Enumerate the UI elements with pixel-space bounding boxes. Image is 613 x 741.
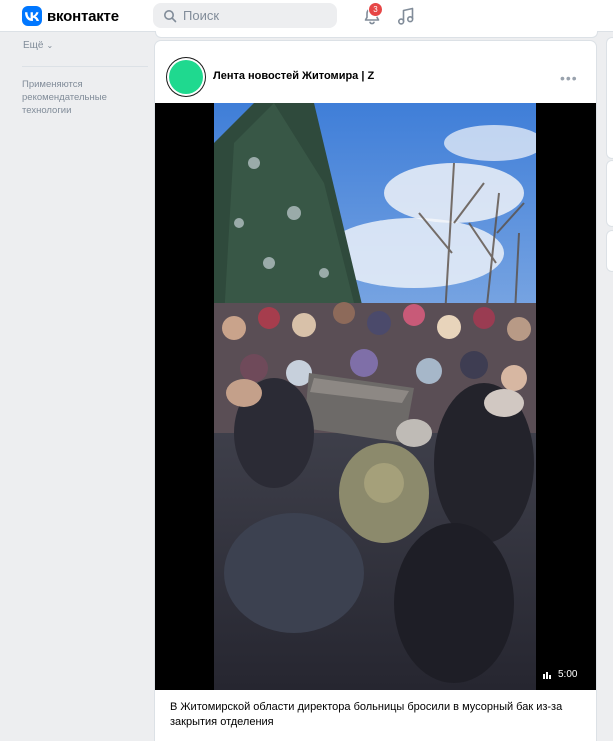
video-duration-label: 5:00 [558,669,578,680]
video-duration: 5:00 [543,669,577,680]
vk-logo[interactable]: вконтакте [22,6,119,26]
recommendation-notice[interactable]: Применяются рекомендательные технологии [22,78,142,117]
volume-icon [543,671,551,679]
right-panel-tab-1[interactable] [606,37,613,159]
vk-logo-text: вконтакте [47,7,119,25]
post-menu-icon[interactable]: ••• [560,70,578,86]
video-player[interactable]: 5:00 [155,103,596,690]
search-placeholder: Поиск [183,8,220,23]
previous-post-edge [155,31,598,38]
post-author[interactable]: Лента новостей Житомира | Z [213,70,374,82]
sidebar-more-label: Ещё [23,40,44,51]
right-panel-tab-2[interactable] [606,160,613,227]
music-icon[interactable] [397,6,415,26]
search-input[interactable]: Поиск [153,3,337,28]
feed-post: Лента новостей Житомира | Z ••• 5:00 В Ж… [155,41,596,741]
video-frame [214,103,536,690]
search-icon [164,9,177,22]
vk-logo-icon [22,6,42,26]
sidebar-divider [22,66,148,67]
chevron-down-icon: ⌄ [46,41,54,50]
community-avatar[interactable] [169,60,203,94]
sidebar-more-link[interactable]: Ещё ⌄ [23,40,53,51]
post-caption: В Житомирской области директора больницы… [170,701,563,728]
notifications-badge: 3 [368,2,383,17]
right-panel-tab-3[interactable] [606,230,613,272]
top-bar: вконтакте Поиск 3 [0,0,613,32]
